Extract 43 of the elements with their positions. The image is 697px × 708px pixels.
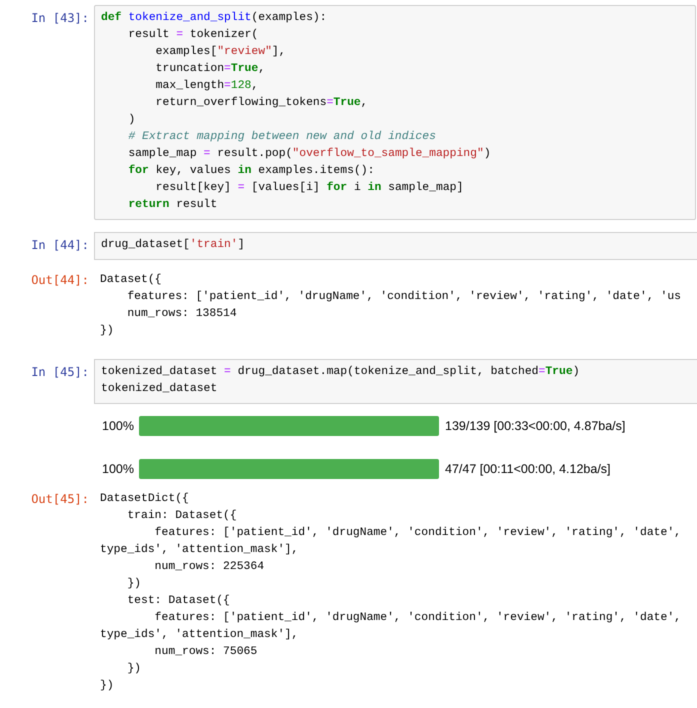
code-line: result = tokenizer( — [127, 28, 260, 43]
code-line: return_overflowing_tokens=True, — [154, 96, 369, 111]
code-line: truncation=True, — [154, 62, 266, 77]
output-line: features: ['patient_id', 'drugName', 'condition', 'review', 'rating', 'date', — [154, 610, 682, 626]
output-line: DatasetDict({ — [100, 492, 190, 507]
code-line: result[key] = [values[i] for i in sample_map] — [154, 180, 464, 196]
code-cell[interactable] — [94, 5, 696, 220]
progress-percent: 100% — [102, 419, 135, 433]
input-prompt: In [44]: — [31, 237, 89, 254]
output-prompt: Out[45]: — [31, 491, 89, 508]
code-line: examples["review"], — [154, 44, 287, 60]
output-line: type_ids', 'attention_mask'], — [100, 542, 300, 558]
code-line: # Extract mapping between new and old indices — [127, 130, 437, 145]
output-line: }) — [126, 662, 142, 677]
progress-percent: 100% — [102, 462, 135, 476]
output-line: }) — [100, 324, 115, 339]
code-line: ) — [127, 112, 136, 128]
input-prompt: In [45]: — [31, 364, 89, 381]
code-line: max_length=128, — [154, 78, 260, 94]
code-line: for key, values in examples.items(): — [127, 164, 376, 179]
output-prompt: Out[44]: — [31, 272, 89, 289]
output-line: features: ['patient_id', 'drugName', 'condition', 'review', 'rating', 'date', 'us — [126, 290, 682, 305]
progress-info: 139/139 [00:33<00:00, 4.87ba/s] — [445, 419, 626, 433]
code-line: tokenized_dataset — [101, 382, 218, 397]
output-line: num_rows: 75065 — [154, 645, 258, 660]
output-line: type_ids', 'attention_mask'], — [100, 628, 300, 643]
code-line: def tokenize_and_split(examples): — [101, 10, 328, 26]
output-line: test: Dataset({ — [126, 594, 231, 609]
output-line: }) — [100, 678, 115, 694]
code-line: tokenized_dataset = drug_dataset.map(tokenize_and_split, batched=True) — [101, 364, 581, 380]
output-line: num_rows: 138514 — [126, 307, 238, 322]
output-line: num_rows: 225364 — [154, 560, 266, 575]
code-line: drug_dataset['train'] — [101, 238, 246, 253]
output-line: train: Dataset({ — [126, 508, 238, 524]
code-line: sample_map = result.pop("overflow_to_sample_mapping") — [127, 146, 492, 162]
code-cell[interactable]: tokenized_dataset = drug_dataset.map(tokenize_and_split, batched=True) tokenized_dataset — [94, 359, 697, 404]
progress-info: 47/47 [00:11<00:00, 4.12ba/s] — [445, 462, 611, 476]
output-line: Dataset({ — [100, 272, 163, 288]
output-line: }) — [126, 576, 142, 592]
code-line: return result — [127, 198, 218, 213]
input-prompt: In [43]: — [31, 10, 89, 27]
output-line: features: ['patient_id', 'drugName', 'condition', 'review', 'rating', 'date', — [154, 526, 682, 541]
code-cell[interactable]: drug_dataset['train'] — [94, 232, 697, 260]
